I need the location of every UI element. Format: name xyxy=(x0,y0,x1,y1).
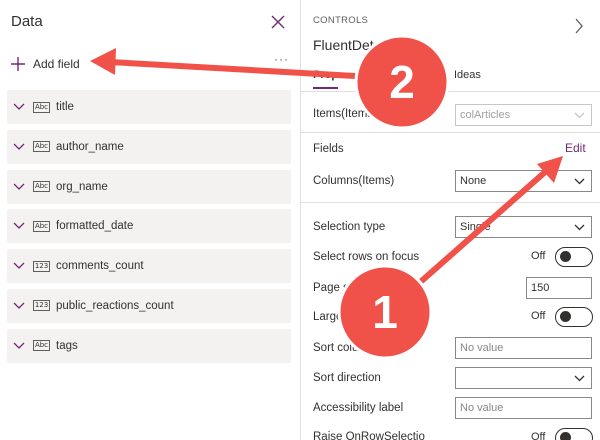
field-list: Abc title Abc author_name Abc org_name A… xyxy=(7,90,291,369)
field-row-org-name[interactable]: Abc org_name xyxy=(7,169,291,204)
columns-dropdown[interactable]: None xyxy=(455,170,592,192)
field-name: title xyxy=(56,101,74,113)
field-row-title[interactable]: Abc title xyxy=(7,90,291,124)
controls-caption: CONTROLS xyxy=(313,15,369,26)
toggle-state: Off xyxy=(531,310,546,322)
text-type-icon: Abc xyxy=(33,101,50,113)
text-type-icon: Abc xyxy=(33,220,50,232)
chevron-down-icon xyxy=(574,178,585,185)
plus-icon xyxy=(11,57,25,71)
raise-on-row-select-toggle[interactable]: Off xyxy=(531,428,593,440)
items-dropdown[interactable]: colArticles xyxy=(455,104,592,126)
field-name: public_reactions_count xyxy=(56,299,174,312)
items-value: colArticles xyxy=(460,109,511,121)
selection-type-dropdown[interactable]: Single xyxy=(455,216,592,238)
toggle-knob xyxy=(560,432,571,440)
field-name: author_name xyxy=(56,140,124,153)
text-type-icon: Abc xyxy=(33,141,50,153)
text-type-icon: Abc xyxy=(33,181,50,193)
columns-value: None xyxy=(460,175,487,187)
chevron-right-icon[interactable] xyxy=(574,18,584,34)
columns-label: Columns(Items) xyxy=(313,175,395,187)
field-row-comments-count[interactable]: 123 comments_count xyxy=(7,249,291,284)
sort-column-placeholder: No value xyxy=(460,342,504,354)
edit-fields-link[interactable]: Edit xyxy=(565,141,586,155)
chevron-down-icon xyxy=(574,224,585,231)
accessibility-label: Accessibility label xyxy=(313,402,404,414)
tab-properties[interactable]: Prop xyxy=(313,69,339,89)
control-name: FluentDetai xyxy=(313,37,385,53)
field-row-tags[interactable]: Abc tags xyxy=(7,328,291,363)
accessibility-input[interactable]: No value xyxy=(455,397,592,419)
selection-type-label: Selection type xyxy=(313,221,386,233)
toggle-track xyxy=(555,428,593,440)
tab-bar: Prop Ideas xyxy=(301,66,600,92)
field-name: tags xyxy=(56,339,78,352)
sort-column-label: Sort colu xyxy=(313,342,359,354)
close-icon[interactable] xyxy=(270,14,286,30)
large-toggle[interactable]: Off xyxy=(531,307,593,327)
field-row-formatted-date[interactable]: Abc formatted_date xyxy=(7,209,291,244)
text-type-icon: Abc xyxy=(33,340,50,352)
data-panel: Data Add field ··· Abc title Abc author_… xyxy=(0,0,300,440)
page-size-input[interactable]: 150 xyxy=(526,277,592,299)
chevron-down-icon xyxy=(13,302,25,309)
toggle-track xyxy=(555,247,593,267)
number-type-icon: 123 xyxy=(33,260,50,272)
chevron-down-icon xyxy=(13,103,25,110)
field-row-author-name[interactable]: Abc author_name xyxy=(7,129,291,164)
chevron-down-icon xyxy=(13,143,25,150)
divider xyxy=(301,202,600,203)
selection-type-value: Single xyxy=(460,221,491,233)
panel-title: Data xyxy=(11,13,43,30)
chevron-down-icon xyxy=(13,222,25,230)
divider xyxy=(301,132,600,133)
field-name: comments_count xyxy=(56,260,144,273)
toggle-knob xyxy=(560,251,571,262)
raise-on-row-select-label: Raise OnRowSelectio xyxy=(313,431,425,440)
select-rows-label: Select rows on focus xyxy=(313,251,420,263)
field-name: formatted_date xyxy=(56,220,134,233)
chevron-down-icon xyxy=(13,183,25,190)
chevron-down-icon xyxy=(13,342,25,349)
sort-direction-label: Sort direction xyxy=(313,372,381,384)
properties-panel: CONTROLS FluentDetai Prop Ideas Items(It… xyxy=(300,0,600,440)
accessibility-placeholder: No value xyxy=(460,402,504,414)
page-size-label: Page si xyxy=(313,282,352,294)
select-rows-toggle[interactable]: Off xyxy=(531,247,593,267)
toggle-state: Off xyxy=(531,250,546,262)
sort-direction-dropdown[interactable] xyxy=(455,367,592,389)
add-field-button[interactable]: Add field xyxy=(10,54,80,74)
number-type-icon: 123 xyxy=(33,300,50,312)
large-label: Large xyxy=(313,311,343,323)
field-name: org_name xyxy=(56,180,108,193)
add-field-label: Add field xyxy=(33,57,80,71)
page-size-value: 150 xyxy=(531,282,550,294)
tab-ideas[interactable]: Ideas xyxy=(454,69,481,81)
sort-column-input[interactable]: No value xyxy=(455,337,592,359)
field-row-public-reactions-count[interactable]: 123 public_reactions_count xyxy=(7,288,291,323)
items-label: Items(Items) xyxy=(313,108,377,120)
chevron-down-icon xyxy=(13,262,25,270)
more-options-icon[interactable]: ··· xyxy=(274,52,289,66)
toggle-track xyxy=(555,307,593,327)
fields-label: Fields xyxy=(313,143,344,155)
toggle-knob xyxy=(560,311,571,322)
chevron-down-icon xyxy=(574,112,585,119)
chevron-down-icon xyxy=(574,375,585,382)
toggle-state: Off xyxy=(531,431,546,440)
